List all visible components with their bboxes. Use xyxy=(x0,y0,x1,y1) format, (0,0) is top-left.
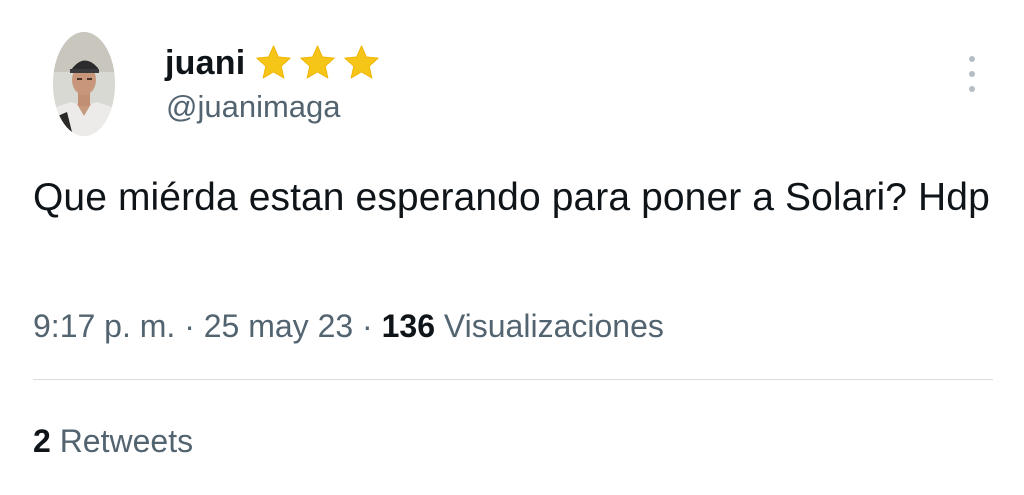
tweet-time[interactable]: 9:17 p. m. xyxy=(33,308,175,344)
more-options-icon xyxy=(969,86,975,92)
more-options-button[interactable] xyxy=(958,52,986,96)
badge-stars xyxy=(253,43,382,83)
separator: · xyxy=(184,308,195,344)
views-count[interactable]: 136 xyxy=(382,308,435,344)
user-handle[interactable]: @juanimaga xyxy=(166,86,341,128)
avatar-photo xyxy=(53,32,115,136)
tweet-metadata: 9:17 p. m. · 25 may 23 · 136 Visualizaci… xyxy=(33,303,664,349)
star-icon xyxy=(300,45,336,79)
more-options-icon xyxy=(969,71,975,77)
star-icon xyxy=(344,45,380,79)
divider xyxy=(33,379,993,380)
avatar[interactable] xyxy=(53,32,115,136)
retweets-label: Retweets xyxy=(59,423,194,459)
views-label[interactable]: Visualizaciones xyxy=(444,308,664,344)
tweet-text: Que miérda estan esperando para poner a … xyxy=(33,176,990,219)
author-name-row: juani xyxy=(165,39,382,87)
star-icon xyxy=(256,45,292,79)
retweets-stat[interactable]: 2 Retweets xyxy=(33,418,193,464)
tweet-date[interactable]: 25 may 23 xyxy=(204,308,353,344)
more-options-icon xyxy=(969,56,975,62)
retweets-count: 2 xyxy=(33,423,51,459)
separator: · xyxy=(362,308,373,344)
display-name[interactable]: juani xyxy=(165,39,245,87)
